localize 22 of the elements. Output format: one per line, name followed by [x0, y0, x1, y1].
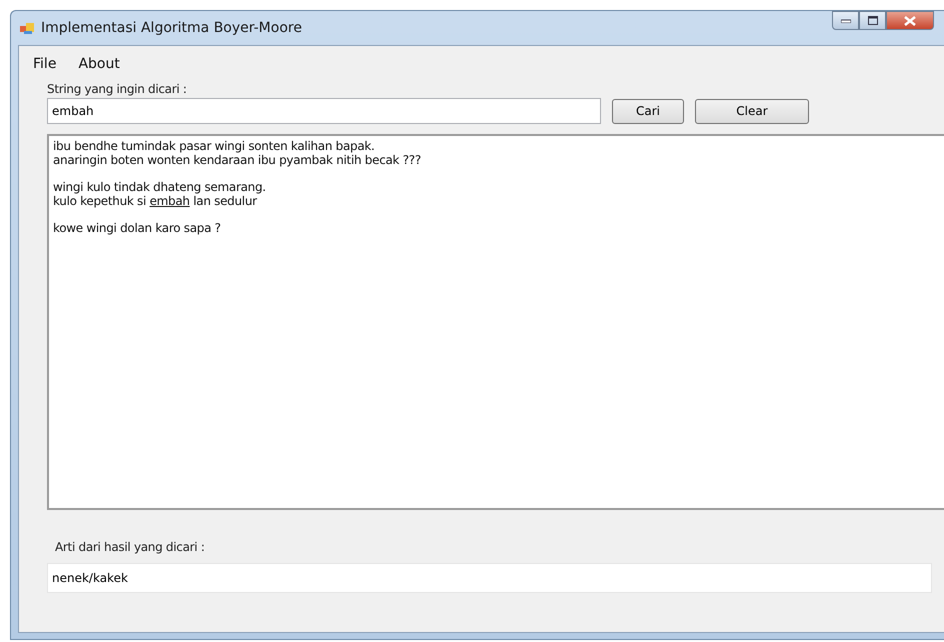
text-line: kowe wingi dolan karo sapa ?	[53, 221, 222, 235]
maximize-icon	[868, 16, 878, 25]
window-title: Implementasi Algoritma Boyer-Moore	[41, 20, 303, 36]
field-label: String yang ingin dicari :	[47, 82, 188, 96]
minimize-button[interactable]	[832, 11, 859, 30]
result-field[interactable]: nenek/kakek	[47, 563, 932, 593]
clear-button[interactable]: Clear	[695, 98, 809, 124]
menu-item[interactable]: About	[70, 53, 128, 75]
minimize-icon	[840, 18, 850, 22]
field-label: Arti dari hasil yang dicari :	[55, 540, 206, 554]
menu-item[interactable]: File	[25, 53, 64, 75]
search-button[interactable]: Cari	[612, 98, 684, 124]
text-line: wingi kulo tindak dhateng semarang.	[53, 180, 267, 194]
search-field[interactable]: embah	[47, 98, 601, 124]
text-area[interactable]	[47, 134, 944, 510]
text-line: ibu bendhe tumindak pasar wingi sonten kalihan bapak.	[53, 139, 376, 153]
close-icon	[904, 16, 916, 26]
text-line: anaringin boten wonten kendaraan ibu pyambak nitih becak ???	[53, 153, 422, 167]
close-button[interactable]	[886, 11, 934, 30]
app-icon	[19, 20, 35, 36]
maximize-button[interactable]	[859, 11, 886, 30]
text-line: kulo kepethuk si embah lan sedulur	[53, 194, 258, 208]
